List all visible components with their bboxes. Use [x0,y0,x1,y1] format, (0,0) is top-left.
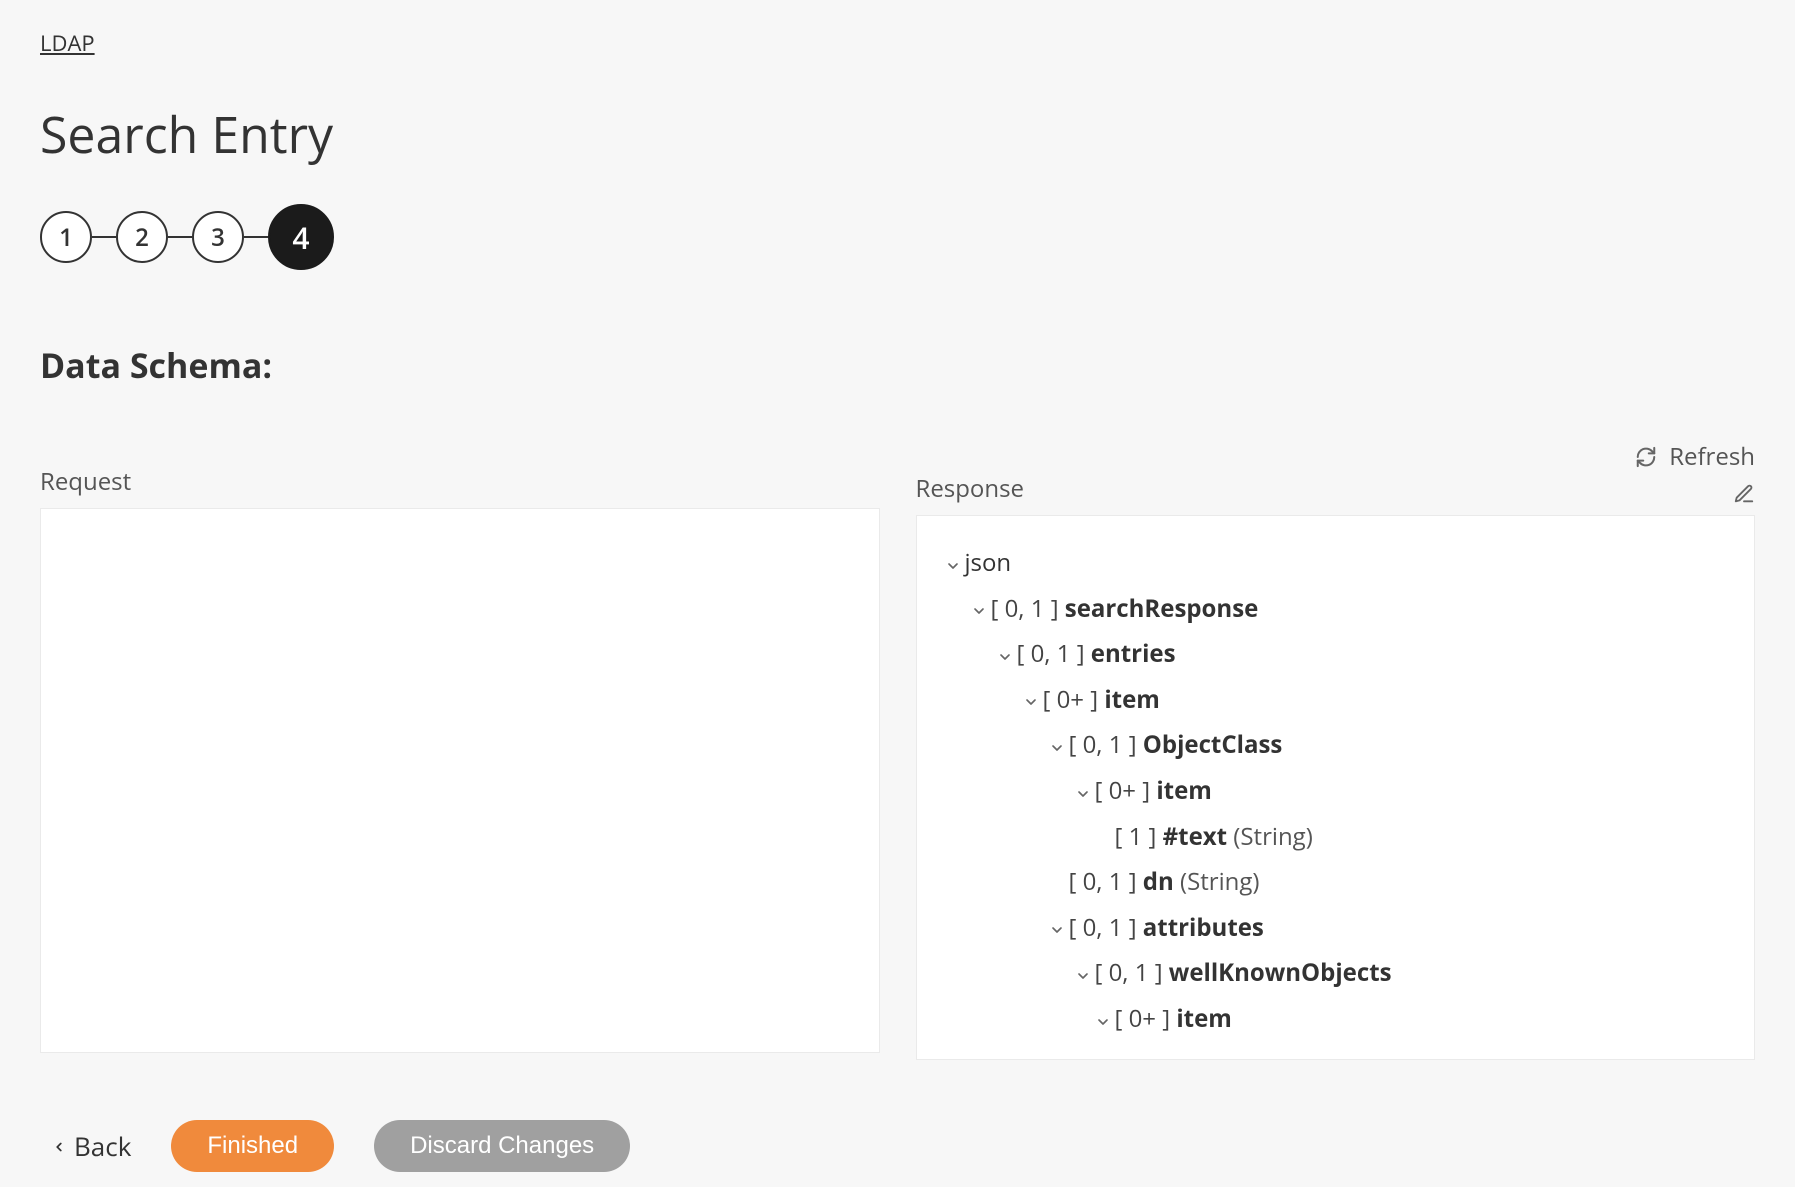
chevron-down-icon[interactable] [1075,775,1095,809]
tree-node[interactable]: [ 0+ ] item [945,996,1731,1042]
tree-node-label: [ 0, 1 ] attributes [1069,911,1264,944]
section-title: Data Schema: [40,342,1755,388]
step-connector [92,236,116,238]
refresh-icon [1635,446,1657,468]
response-panel[interactable]: json [ 0, 1 ] searchResponse [ 0, 1 ] entr… [916,515,1756,1060]
response-label: Response [916,472,1024,505]
back-label: Back [74,1128,131,1164]
tree-node-label: [ 0, 1 ] searchResponse [991,592,1259,625]
tree-node-label: [ 0+ ] item [1095,774,1212,807]
step-3[interactable]: 3 [192,211,244,263]
chevron-down-icon[interactable] [945,547,965,581]
tree-node[interactable]: [ 1 ] #text (String) [945,814,1731,860]
step-4[interactable]: 4 [268,204,334,270]
step-connector [168,236,192,238]
tree-node[interactable]: [ 0, 1 ] ObjectClass [945,722,1731,768]
tree-node[interactable]: [ 0, 1 ] dn (String) [945,859,1731,905]
tree-node[interactable]: [ 0, 1 ] attributes [945,905,1731,951]
refresh-button[interactable]: Refresh [1635,440,1755,473]
edit-icon[interactable] [1733,483,1755,505]
discard-changes-button[interactable]: Discard Changes [374,1120,630,1172]
chevron-down-icon[interactable] [997,639,1017,673]
tree-node-label: [ 0, 1 ] wellKnownObjects [1095,956,1392,989]
tree-node-label: [ 0+ ] item [1115,1002,1232,1035]
chevron-down-icon[interactable] [1049,730,1069,764]
step-connector [244,236,268,238]
tree-node[interactable]: json [945,540,1731,586]
request-label: Request [40,465,131,498]
stepper: 1 2 3 4 [40,204,1755,270]
tree-node-label: json [965,546,1012,579]
tree-node-label: [ 0, 1 ] ObjectClass [1069,728,1283,761]
chevron-down-icon[interactable] [1023,684,1043,718]
back-button[interactable]: Back [52,1128,131,1164]
tree-node[interactable]: [ 0, 1 ] wellKnownObjects [945,950,1731,996]
page-title: Search Entry [40,100,1755,168]
breadcrumb-ldap[interactable]: LDAP [40,28,95,58]
finished-button[interactable]: Finished [171,1120,334,1172]
request-panel[interactable] [40,508,880,1053]
chevron-down-icon[interactable] [1075,958,1095,992]
chevron-down-icon[interactable] [1095,1003,1115,1037]
chevron-down-icon[interactable] [1049,912,1069,946]
response-column: Response Refresh json [ 0, 1 ] searchResp… [916,440,1756,1060]
tree-node[interactable]: [ 0+ ] item [945,768,1731,814]
chevron-down-icon[interactable] [971,593,991,627]
tree-node-label: [ 0, 1 ] dn (String) [1069,865,1260,898]
tree-node[interactable]: [ 0, 1 ] entries [945,631,1731,677]
tree-node-label: [ 0+ ] item [1043,683,1160,716]
tree-node-label: [ 0, 1 ] entries [1017,637,1176,670]
step-2[interactable]: 2 [116,211,168,263]
step-1[interactable]: 1 [40,211,92,263]
refresh-label: Refresh [1669,440,1755,473]
chevron-left-icon [52,1128,66,1164]
tree-node[interactable]: [ 0+ ] item [945,677,1731,723]
request-column: Request [40,440,880,1060]
tree-node-label: [ 1 ] #text (String) [1115,820,1313,853]
tree-node[interactable]: [ 0, 1 ] searchResponse [945,586,1731,632]
